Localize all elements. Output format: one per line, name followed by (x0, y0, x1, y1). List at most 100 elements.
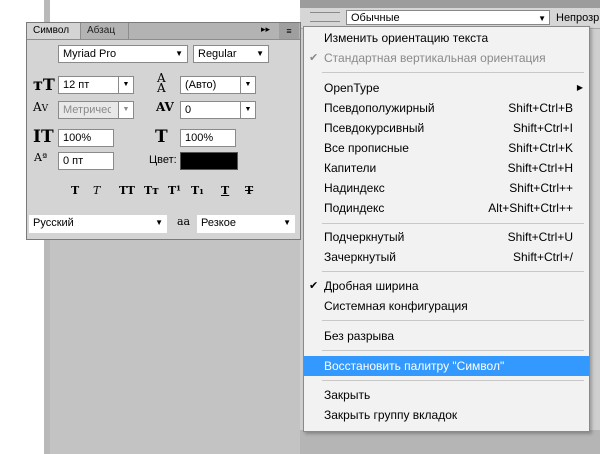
menu-item-opentype[interactable]: OpenType ▶ (304, 78, 589, 98)
chevron-down-icon: ▼ (155, 218, 163, 227)
kerning-field[interactable]: Метрический ▼ (58, 101, 134, 119)
menu-separator (322, 320, 584, 321)
chevron-down-icon[interactable]: ▼ (240, 102, 255, 118)
tracking-icon: AV (156, 100, 174, 114)
menu-item-label: Зачеркнутый (324, 250, 396, 264)
check-icon: ✔ (309, 52, 319, 64)
tab-character[interactable]: Символ (27, 23, 81, 39)
menu-item-shortcut: Shift+Ctrl+K (508, 141, 573, 155)
menu-item-shortcut: Shift+Ctrl+H (507, 161, 573, 175)
menu-item-label: Восстановить палитру "Символ" (324, 359, 505, 373)
tracking-value: 0 (185, 104, 192, 116)
character-panel: Символ Абзац ▸▸ ≡ Myriad Pro ▼ Regular ▼… (26, 22, 301, 240)
panel-grip-icon[interactable] (310, 12, 340, 22)
menu-item-fractional-widths[interactable]: ✔ Дробная ширина (304, 276, 589, 296)
font-size-icon: ᴛT (33, 75, 55, 94)
menu-item-label: Закрыть группу вкладок (324, 408, 458, 422)
leading-icon: AA (157, 71, 166, 95)
superscript-button[interactable]: T¹ (168, 184, 181, 197)
canvas-area (44, 240, 302, 454)
menu-item-faux-bold[interactable]: Псевдополужирный Shift+Ctrl+B (304, 98, 589, 118)
horizontal-scale-value: 100% (185, 132, 214, 144)
menu-item-faux-italic[interactable]: Псевдокурсивный Shift+Ctrl+I (304, 118, 589, 138)
menu-separator (322, 380, 584, 381)
menu-item-label: Подиндекс (324, 201, 385, 215)
language-select[interactable]: Русский ▼ (29, 215, 167, 233)
menu-item-label: Псевдополужирный (324, 101, 435, 115)
menu-item-label: Стандартная вертикальная ориентация (324, 51, 546, 65)
layer-blend-value: Обычные (351, 12, 400, 24)
leading-field[interactable]: (Авто) ▼ (180, 76, 256, 94)
chevron-down-icon[interactable]: ▼ (240, 77, 255, 93)
menu-item-shortcut: Alt+Shift+Ctrl++ (488, 201, 573, 215)
leading-value: (Авто) (185, 79, 217, 91)
color-label: Цвет: (149, 154, 177, 166)
chevron-down-icon: ▼ (175, 49, 183, 58)
menu-item-all-caps[interactable]: Все прописные Shift+Ctrl+K (304, 138, 589, 158)
panel-flyout-menu: Изменить ориентацию текста ✔ Стандартная… (303, 26, 590, 432)
menu-item-system-layout[interactable]: Системная конфигурация (304, 296, 589, 316)
menu-item-change-orientation[interactable]: Изменить ориентацию текста (304, 28, 589, 48)
subscript-button[interactable]: T₁ (191, 184, 204, 197)
menu-item-standard-vertical[interactable]: ✔ Стандартная вертикальная ориентация (304, 48, 589, 68)
menu-item-close[interactable]: Закрыть (304, 385, 589, 405)
menu-item-subscript[interactable]: Подиндекс Alt+Shift+Ctrl++ (304, 198, 589, 218)
menu-item-shortcut: Shift+Ctrl++ (509, 181, 573, 195)
menu-item-shortcut: Shift+Ctrl+/ (512, 250, 573, 264)
menu-item-shortcut: Shift+Ctrl+I (512, 121, 573, 135)
submenu-arrow-icon: ▶ (576, 83, 583, 92)
chevron-down-icon[interactable]: ▼ (118, 77, 133, 93)
anti-alias-value: Резкое (201, 217, 236, 229)
menu-item-superscript[interactable]: Надиндекс Shift+Ctrl++ (304, 178, 589, 198)
tracking-field[interactable]: 0 ▼ (180, 101, 256, 119)
all-caps-button[interactable]: TT (119, 184, 135, 197)
menu-item-label: Дробная ширина (324, 279, 419, 293)
layer-blend-select[interactable]: Обычные ▼ (346, 10, 550, 25)
menu-item-label: OpenType (324, 81, 380, 95)
menu-item-reset-character[interactable]: Восстановить палитру "Символ" (304, 356, 589, 376)
font-size-value: 12 пт (63, 79, 90, 91)
collapse-icon[interactable]: ▸▸ (261, 24, 270, 35)
underline-button[interactable]: T (221, 184, 229, 197)
font-style-select[interactable]: Regular ▼ (193, 45, 269, 63)
strikethrough-button[interactable]: T (245, 184, 253, 197)
anti-alias-select[interactable]: Резкое ▼ (197, 215, 295, 233)
font-family-select[interactable]: Myriad Pro ▼ (58, 45, 188, 63)
kerning-value: Метрический (63, 104, 111, 116)
menu-item-strikethrough[interactable]: Зачеркнутый Shift+Ctrl+/ (304, 247, 589, 267)
vertical-scale-icon: IT (33, 127, 54, 147)
menu-item-shortcut: Shift+Ctrl+B (508, 101, 573, 115)
menu-item-label: Без разрыва (324, 329, 395, 343)
menu-separator (322, 350, 584, 351)
menu-item-label: Закрыть (324, 388, 371, 402)
menu-item-label: Системная конфигурация (324, 299, 468, 313)
font-style-value: Regular (198, 48, 237, 60)
menu-item-close-tab-group[interactable]: Закрыть группу вкладок (304, 405, 589, 425)
font-family-value: Myriad Pro (63, 48, 117, 60)
small-caps-button[interactable]: Tт (144, 184, 159, 197)
menu-separator (322, 223, 584, 224)
text-color-swatch[interactable] (180, 152, 238, 170)
kerning-icon: AV (33, 100, 49, 114)
baseline-shift-field[interactable]: 0 пт (58, 152, 114, 170)
panel-menu-icon[interactable]: ≡ (279, 23, 299, 39)
menu-item-small-caps[interactable]: Капители Shift+Ctrl+H (304, 158, 589, 178)
vertical-scale-field[interactable]: 100% (58, 129, 114, 147)
menu-separator (322, 271, 584, 272)
menu-item-no-break[interactable]: Без разрыва (304, 326, 589, 346)
menu-item-label: Изменить ориентацию текста (324, 31, 489, 45)
faux-bold-button[interactable]: T (71, 184, 79, 197)
horizontal-scale-field[interactable]: 100% (180, 129, 236, 147)
font-size-field[interactable]: 12 пт ▼ (58, 76, 134, 94)
menu-item-label: Все прописные (324, 141, 409, 155)
chevron-down-icon[interactable]: ▼ (118, 102, 133, 118)
horizontal-scale-icon: T (155, 127, 168, 147)
baseline-shift-value: 0 пт (63, 155, 84, 167)
right-panel-bottom (300, 430, 600, 454)
faux-italic-button[interactable]: T (93, 184, 100, 197)
menu-separator (322, 72, 584, 73)
menu-item-label: Псевдокурсивный (324, 121, 425, 135)
menu-item-underline[interactable]: Подчеркнутый Shift+Ctrl+U (304, 227, 589, 247)
check-icon: ✔ (309, 280, 319, 292)
tab-paragraph[interactable]: Абзац (81, 23, 129, 39)
